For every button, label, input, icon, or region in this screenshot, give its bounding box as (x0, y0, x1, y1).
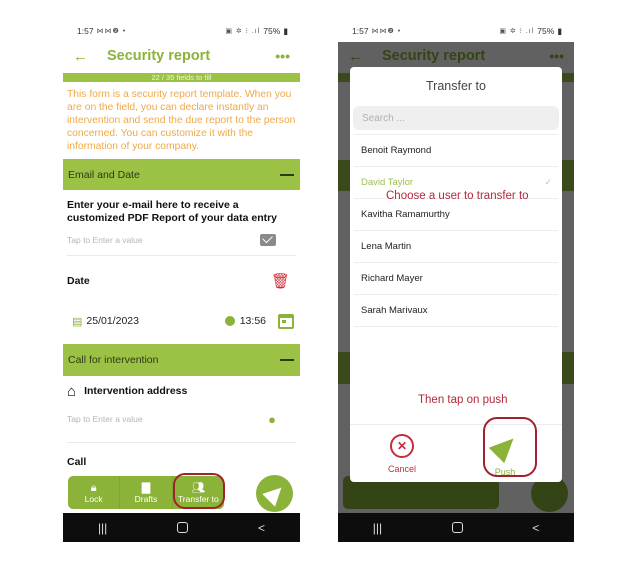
divider (67, 442, 296, 443)
date-value[interactable]: 25/01/2023 (86, 315, 139, 327)
user-item[interactable]: Sarah Marivaux (354, 295, 558, 327)
trash-icon[interactable]: 🗑 (271, 272, 290, 290)
nav-back-button[interactable]: < (258, 521, 265, 535)
lock-button[interactable]: 🔒︎ Lock (68, 476, 121, 509)
recents-button[interactable]: ||| (98, 521, 107, 535)
status-bar: 1:57 ⋈⋈❷ • ▣ ✲ ⁝ .ıl 75% ▮ (338, 20, 574, 42)
recents-button[interactable]: ||| (373, 521, 382, 535)
email-field-label: Enter your e-mail here to receive a cust… (67, 199, 278, 224)
battery-level: 75% (263, 26, 281, 36)
close-icon: ✕ (390, 434, 414, 458)
address-field[interactable]: Tap to Enter a value ● (63, 406, 300, 432)
app-bar: ← Security report ••• (63, 42, 300, 70)
date-time-row[interactable]: ▤ 25/01/2023 13:56 (63, 306, 300, 336)
phone-form-screen: 1:57 ⋈⋈❷ • ▣ ✲ ⁝ .ıl 75% ▮ ← Security re… (63, 20, 300, 542)
user-item[interactable]: Kavitha Ramamurthy (354, 199, 558, 231)
notification-icons: ⋈⋈❷ • (371, 28, 402, 35)
transfer-highlight-annotation (173, 473, 225, 509)
address-field-label: Intervention address (84, 384, 188, 397)
partial-field-label: Call (67, 456, 87, 468)
user-search-input[interactable]: Search ... (353, 106, 559, 130)
user-name: Benoit Raymond (361, 145, 432, 156)
user-item[interactable]: Lena Martin (354, 231, 558, 263)
more-options-icon[interactable]: ••• (275, 48, 290, 64)
user-name: Lena Martin (361, 241, 412, 252)
section-title: Call for intervention (68, 354, 159, 366)
user-name: David Taylor (361, 177, 414, 188)
lock-label: Lock (84, 493, 103, 504)
email-placeholder: Tap to Enter a value (67, 235, 143, 245)
time-value[interactable]: 13:56 (240, 315, 266, 327)
drafts-label: Drafts (134, 493, 158, 504)
user-name: Kavitha Ramamurthy (361, 209, 450, 220)
section-title: Email and Date (68, 168, 140, 181)
system-icons: ▣ ✲ ⁝ .ıl (225, 28, 261, 35)
annotation-choose-user: Choose a user to transfer to (386, 190, 529, 202)
home-button[interactable] (451, 522, 463, 533)
calendar-picker-icon[interactable] (278, 313, 294, 329)
system-icons: ▣ ✲ ⁝ .ıl (499, 28, 535, 35)
drafts-button[interactable]: ▇ Drafts (120, 476, 173, 509)
file-icon: ▇ (141, 481, 151, 494)
user-name: Sarah Marivaux (361, 305, 428, 316)
user-name: Richard Mayer (361, 273, 423, 284)
user-item[interactable]: Benoit Raymond (354, 135, 558, 167)
cancel-button[interactable]: ✕ Cancel (388, 434, 416, 474)
status-time: 1:57 (77, 26, 94, 36)
form-description: This form is a security report template.… (67, 89, 296, 152)
collapse-icon[interactable] (280, 173, 294, 176)
nav-back-button[interactable]: < (532, 521, 539, 535)
battery-level: 75% (537, 26, 555, 36)
status-time: 1:57 (352, 26, 369, 36)
mail-icon[interactable] (260, 234, 276, 246)
back-arrow-icon[interactable]: ← (73, 48, 107, 65)
location-pin-icon[interactable]: ● (268, 412, 276, 427)
phone-transfer-dialog-screen: 1:57 ⋈⋈❷ • ▣ ✲ ⁝ .ıl 75% ▮ ← Security re… (338, 20, 574, 542)
home-icon: ⌂ (67, 382, 77, 400)
section-call-for-intervention[interactable]: Call for intervention (63, 344, 300, 376)
push-highlight-annotation (483, 417, 537, 477)
address-placeholder: Tap to Enter a value (67, 414, 143, 424)
user-item[interactable]: Richard Mayer (354, 263, 558, 295)
check-icon: ✓ (544, 177, 552, 187)
cancel-label: Cancel (388, 464, 417, 474)
android-nav-bar: ||| < (63, 513, 300, 542)
progress-text: 22 / 35 fields to fill (151, 73, 212, 82)
battery-icon: ▮ (557, 25, 562, 36)
page-title: Security report (107, 48, 211, 64)
notification-icons: ⋈⋈❷ • (96, 28, 127, 35)
send-icon (261, 480, 288, 507)
android-nav-bar: ||| < (338, 513, 574, 542)
date-field-label: Date (67, 274, 90, 287)
calendar-small-icon: ▤ (72, 315, 83, 328)
lock-icon: 🔒︎ (90, 481, 97, 494)
send-fab-button[interactable] (256, 475, 293, 512)
email-field[interactable]: Tap to Enter a value (63, 225, 300, 255)
clock-icon (224, 316, 235, 326)
status-bar: 1:57 ⋈⋈❷ • ▣ ✲ ⁝ .ıl 75% ▮ (63, 20, 300, 42)
dialog-title: Transfer to (426, 79, 486, 93)
annotation-tap-push: Then tap on push (418, 394, 508, 406)
section-email-and-date[interactable]: Email and Date (63, 159, 300, 190)
progress-bar: 22 / 35 fields to fill (63, 73, 300, 82)
home-button[interactable] (177, 522, 189, 533)
battery-icon: ▮ (283, 25, 288, 36)
collapse-icon[interactable] (280, 359, 294, 361)
